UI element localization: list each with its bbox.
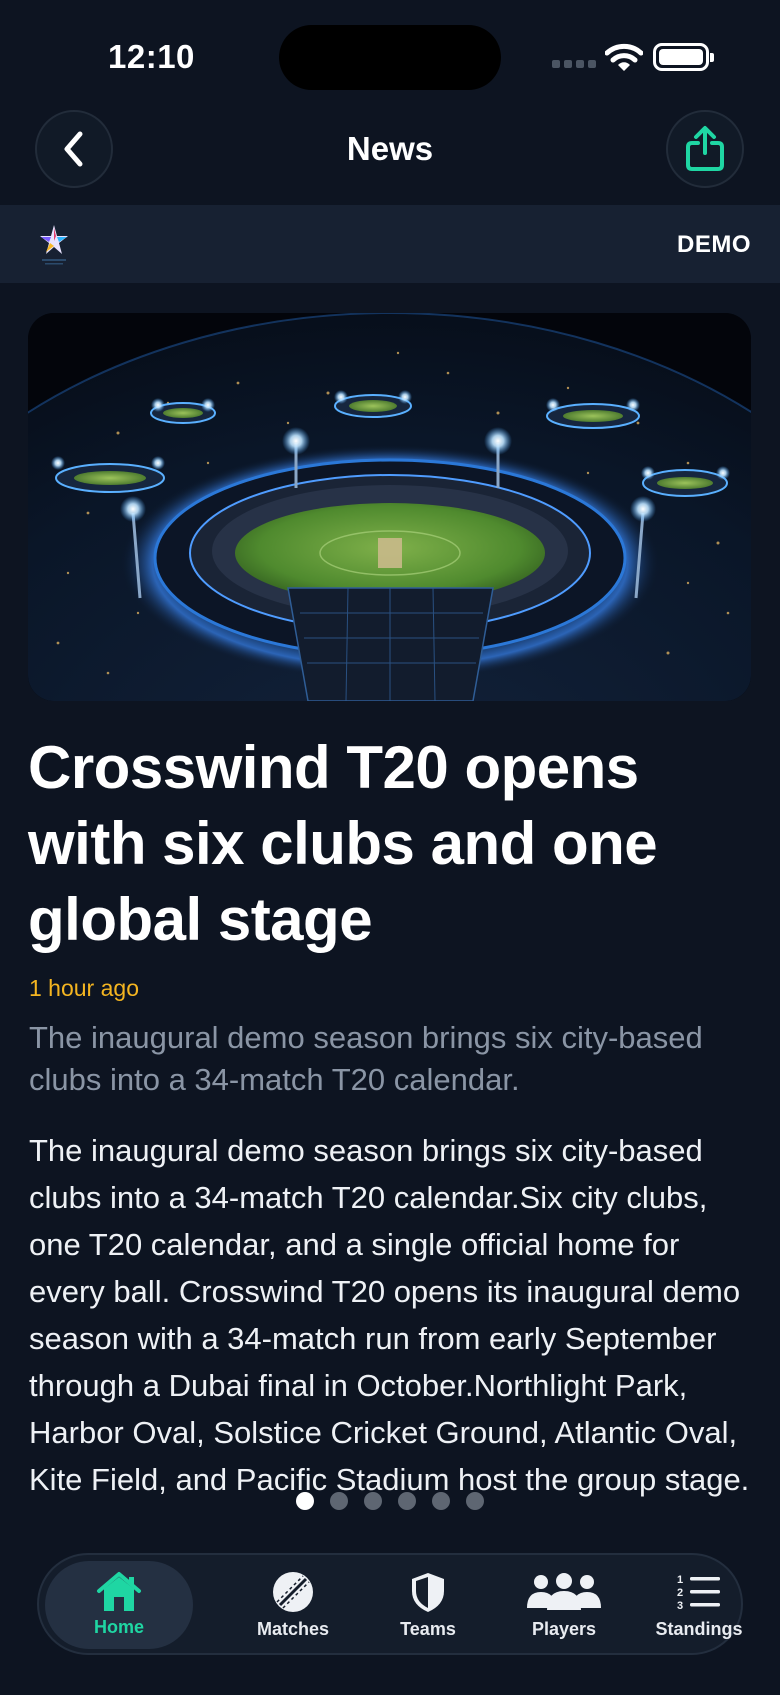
svg-text:2: 2 — [677, 1587, 683, 1599]
page-title: News — [346, 130, 434, 167]
status-time: 12:10 — [108, 38, 195, 75]
page-dot[interactable] — [364, 1492, 382, 1510]
tab-label: Matches — [256, 1619, 330, 1639]
cellular-signal-icon — [552, 60, 596, 70]
page-dot[interactable] — [432, 1492, 450, 1510]
demo-badge: DEMO — [677, 231, 751, 258]
article-body: The inaugural demo season brings six cit… — [29, 1133, 750, 1497]
battery-icon — [653, 43, 714, 71]
tab-label: Home — [93, 1617, 144, 1637]
page-indicator[interactable] — [296, 1492, 484, 1510]
article-timestamp: 1 hour ago — [29, 975, 139, 1001]
wifi-icon — [604, 42, 644, 72]
tab-home[interactable]: Home — [45, 1561, 193, 1649]
tab-matches[interactable]: Matches — [223, 1555, 363, 1653]
cricket-ball-icon — [272, 1569, 314, 1615]
shield-icon — [410, 1569, 446, 1615]
page-dot[interactable] — [398, 1492, 416, 1510]
tab-label: Players — [531, 1619, 597, 1639]
tab-players[interactable]: Players — [494, 1555, 634, 1653]
article-hero-image[interactable] — [28, 313, 751, 701]
numbered-list-icon: 123 — [676, 1569, 722, 1615]
tab-label: Standings — [655, 1619, 743, 1639]
share-icon — [686, 126, 724, 171]
home-icon — [96, 1569, 142, 1615]
page-dot[interactable] — [330, 1492, 348, 1510]
share-button[interactable] — [666, 110, 744, 188]
page-dot[interactable] — [466, 1492, 484, 1510]
dynamic-island — [279, 25, 501, 90]
svg-text:3: 3 — [677, 1600, 683, 1611]
tab-label: Teams — [400, 1619, 456, 1639]
tab-standings[interactable]: 123 Standings — [629, 1555, 769, 1653]
tab-teams[interactable]: Teams — [358, 1555, 498, 1653]
svg-text:1: 1 — [677, 1574, 683, 1586]
nav-header: News — [0, 108, 780, 204]
article-summary: The inaugural demo season brings six cit… — [29, 1020, 703, 1097]
page-dot[interactable] — [296, 1492, 314, 1510]
league-logo — [36, 223, 72, 267]
people-icon — [525, 1569, 603, 1615]
tab-bar: Home Matches Teams Players 1 2 3 Standin… — [37, 1553, 743, 1655]
brand-strip: DEMO — [0, 205, 780, 283]
status-bar: 12:10 — [0, 0, 780, 110]
article-headline: Crosswind T20 opens with six clubs and o… — [28, 734, 658, 953]
